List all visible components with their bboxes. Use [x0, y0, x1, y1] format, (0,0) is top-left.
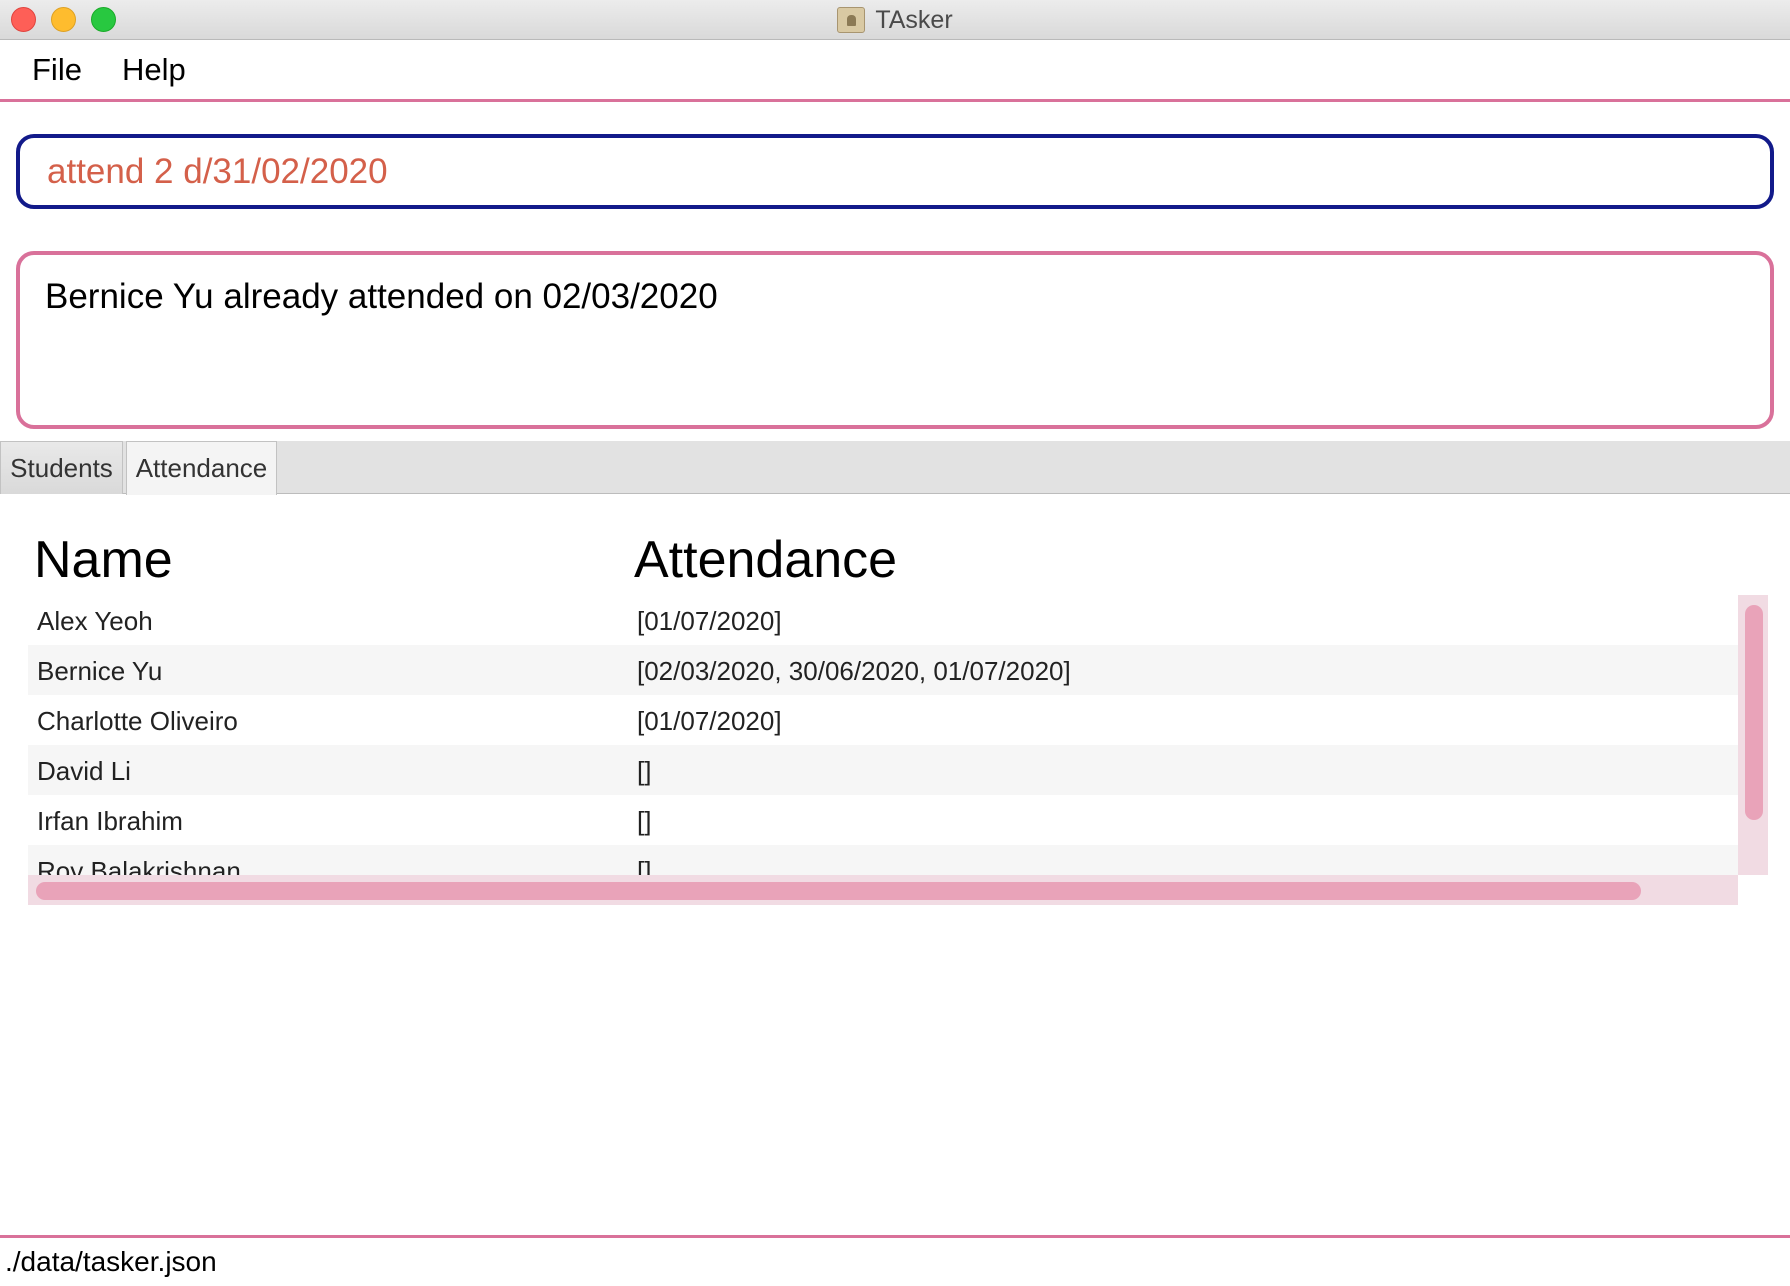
column-header-attendance[interactable]: Attendance	[634, 530, 897, 590]
name-cell: Irfan Ibrahim	[37, 806, 183, 836]
attendance-cell: [01/07/2020]	[637, 606, 782, 636]
column-header-name[interactable]: Name	[34, 530, 173, 590]
menu-help[interactable]: Help	[122, 52, 186, 88]
vertical-scrollbar-thumb[interactable]	[1745, 605, 1763, 820]
table-row[interactable]: Bernice Yu [02/03/2020, 30/06/2020, 01/0…	[28, 645, 1738, 695]
data-file-path: ./data/tasker.json	[5, 1246, 217, 1277]
table-row[interactable]: David Li []	[28, 745, 1738, 795]
attendance-cell: []	[637, 756, 652, 786]
name-cell: Charlotte Oliveiro	[37, 706, 238, 736]
name-cell: Alex Yeoh	[37, 606, 153, 636]
command-input[interactable]	[45, 150, 1770, 193]
title-wrap: TAsker	[0, 0, 1790, 40]
result-message: Bernice Yu already attended on 02/03/202…	[45, 277, 718, 316]
attendance-cell: []	[637, 806, 652, 836]
title-bar: TAsker	[0, 0, 1790, 40]
attendance-cell: [02/03/2020, 30/06/2020, 01/07/2020]	[637, 656, 1071, 686]
table-body: Alex Yeoh [01/07/2020] Bernice Yu [02/03…	[28, 595, 1738, 895]
table-row[interactable]: Charlotte Oliveiro [01/07/2020]	[28, 695, 1738, 745]
result-display: Bernice Yu already attended on 02/03/202…	[16, 251, 1774, 429]
tab-bar: Students Attendance	[0, 441, 1790, 495]
table-header: Name Attendance	[28, 520, 1768, 595]
name-cell: David Li	[37, 756, 131, 786]
table-row[interactable]: Irfan Ibrahim []	[28, 795, 1738, 845]
tab-students[interactable]: Students	[0, 441, 123, 494]
window-title: TAsker	[875, 5, 953, 34]
horizontal-scrollbar[interactable]	[28, 875, 1738, 905]
attendance-cell: [01/07/2020]	[637, 706, 782, 736]
status-bar: ./data/tasker.json	[0, 1235, 1790, 1286]
name-cell: Bernice Yu	[37, 656, 163, 686]
table-row[interactable]: Alex Yeoh [01/07/2020]	[28, 595, 1738, 645]
menu-bar: File Help	[0, 40, 1790, 102]
command-box	[16, 134, 1774, 209]
horizontal-scrollbar-thumb[interactable]	[36, 882, 1641, 900]
menu-file[interactable]: File	[32, 52, 82, 88]
tab-attendance[interactable]: Attendance	[126, 441, 277, 495]
vertical-scrollbar[interactable]	[1738, 595, 1768, 875]
attendance-table: Name Attendance Alex Yeoh [01/07/2020] B…	[28, 520, 1768, 905]
app-icon	[837, 7, 866, 33]
